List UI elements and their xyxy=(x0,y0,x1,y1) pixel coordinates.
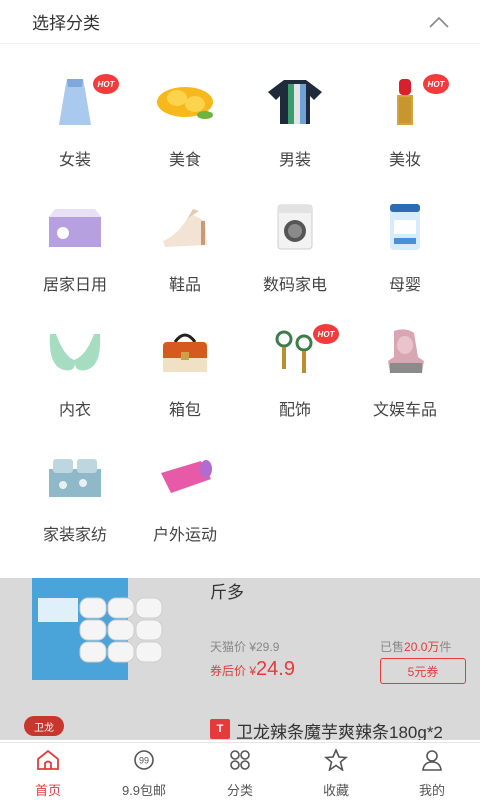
category-underwear[interactable]: 内衣 xyxy=(20,320,130,445)
brand-logo: 卫龙 xyxy=(24,716,64,736)
hot-badge: HOT xyxy=(93,74,119,94)
category-label: 箱包 xyxy=(168,402,201,419)
category-label: 配饰 xyxy=(278,402,311,419)
home-icon xyxy=(36,749,60,776)
user-icon xyxy=(420,749,444,776)
category-women-clothing[interactable]: HOT 女装 xyxy=(20,70,130,195)
category-label: 文娱车品 xyxy=(372,402,437,419)
category-beauty[interactable]: HOT 美妆 xyxy=(350,70,460,195)
lipstick-icon: HOT xyxy=(373,70,449,134)
category-bags[interactable]: 箱包 xyxy=(130,320,240,445)
tab-label: 我的 xyxy=(418,783,445,798)
chevron-up-icon[interactable] xyxy=(428,11,450,33)
handbag-icon xyxy=(153,320,217,384)
category-label: 男装 xyxy=(278,152,311,169)
tab-mine[interactable]: 我的 xyxy=(384,743,480,800)
category-shoes[interactable]: 鞋品 xyxy=(130,195,240,320)
category-food[interactable]: 美食 xyxy=(130,70,240,195)
tab-label: 首页 xyxy=(34,783,61,798)
sold-count: 已售20.0万件 xyxy=(380,640,452,654)
category-label: 户外运动 xyxy=(152,527,217,544)
category-label: 女装 xyxy=(58,152,91,169)
category-electronics[interactable]: 数码家电 xyxy=(240,195,350,320)
category-header: 选择分类 xyxy=(0,0,480,44)
tab-label: 收藏 xyxy=(322,783,349,798)
after-coupon-price: 券后价 ¥24.9 xyxy=(210,658,295,680)
coupon-button[interactable]: 5元券 xyxy=(380,658,466,684)
tab-home[interactable]: 首页 xyxy=(0,743,96,800)
product-image xyxy=(30,578,180,680)
category-entertainment-car[interactable]: 文娱车品 xyxy=(350,320,460,445)
category-label: 居家日用 xyxy=(42,277,107,294)
yoga-mat-icon xyxy=(153,445,217,509)
category-label: 美妆 xyxy=(388,152,421,169)
milk-can-icon xyxy=(373,195,437,259)
mango-icon xyxy=(153,70,217,134)
hot-badge: HOT xyxy=(423,74,449,94)
earrings-icon: HOT xyxy=(263,320,339,384)
tmall-price: 天猫价 ¥29.9 xyxy=(210,640,280,654)
tab-label: 9.9包邮 xyxy=(121,783,167,798)
category-household[interactable]: 居家日用 xyxy=(20,195,130,320)
tab-label: 分类 xyxy=(226,783,253,798)
tmall-badge: T xyxy=(210,719,230,739)
category-label: 母婴 xyxy=(388,277,421,294)
category-label: 美食 xyxy=(168,152,201,169)
shoe-icon xyxy=(153,195,217,259)
next-product-row[interactable]: 卫龙 T 卫龙辣条魔芋爽辣条180g*2 xyxy=(0,716,480,740)
category-baby[interactable]: 母婴 xyxy=(350,195,460,320)
svg-text:99: 99 xyxy=(139,756,149,766)
nine-nine-icon: 99 xyxy=(132,749,156,776)
category-label: 内衣 xyxy=(58,402,91,419)
car-seat-icon xyxy=(373,320,437,384)
hot-badge: HOT xyxy=(313,324,339,344)
product-card[interactable]: 斤多 天猫价 ¥29.9 已售20.0万件 券后价 ¥24.9 5元券 卫龙 T… xyxy=(0,578,480,740)
next-product-title: 卫龙辣条魔芋爽辣条180g*2 xyxy=(236,723,443,740)
washing-machine-icon xyxy=(263,195,327,259)
page-title: 选择分类 xyxy=(32,14,100,33)
tab-category[interactable]: 分类 xyxy=(192,743,288,800)
product-title: 斤多 xyxy=(210,583,244,602)
bottom-tab-bar: 首页 99 9.9包邮 分类 收藏 我的 xyxy=(0,742,480,800)
tab-favorites[interactable]: 收藏 xyxy=(288,743,384,800)
tshirt-icon xyxy=(263,70,327,134)
tissue-box-icon xyxy=(43,195,107,259)
category-men-clothing[interactable]: 男装 xyxy=(240,70,350,195)
category-label: 数码家电 xyxy=(262,277,327,294)
tab-9-9-free-shipping[interactable]: 99 9.9包邮 xyxy=(96,743,192,800)
category-outdoor-sports[interactable]: 户外运动 xyxy=(130,445,240,570)
category-home-textiles[interactable]: 家装家纺 xyxy=(20,445,130,570)
bedding-icon xyxy=(43,445,107,509)
bra-icon xyxy=(43,320,107,384)
dress-icon: HOT xyxy=(43,70,119,134)
category-accessories[interactable]: HOT 配饰 xyxy=(240,320,350,445)
category-label: 家装家纺 xyxy=(42,527,107,544)
category-grid: HOT 女装 美食 男装 HOT 美妆 居家日用 鞋品 数码家电 母婴 内衣 箱… xyxy=(20,70,460,570)
star-icon xyxy=(323,747,349,776)
grid-icon xyxy=(228,749,252,776)
category-label: 鞋品 xyxy=(168,277,201,294)
